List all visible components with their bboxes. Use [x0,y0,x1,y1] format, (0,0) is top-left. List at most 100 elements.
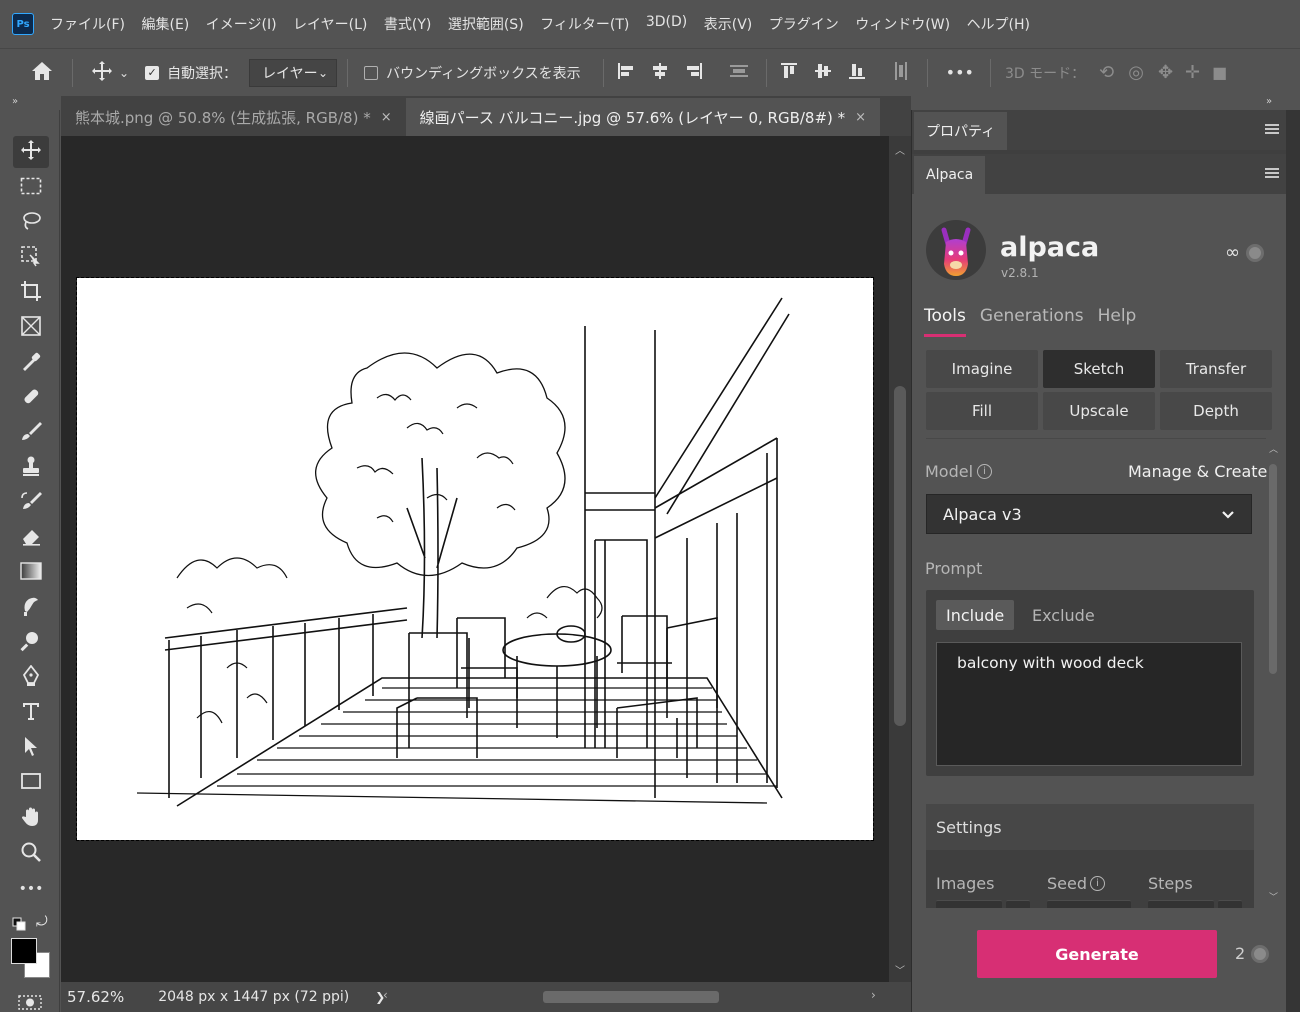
close-icon[interactable]: × [381,110,392,125]
scrollbar-thumb[interactable] [1269,464,1277,674]
menu-layer[interactable]: レイヤー(L) [293,14,367,34]
manage-create-link[interactable]: Manage & Create [1128,462,1267,481]
images-stepper[interactable] [1006,900,1030,908]
model-dropdown[interactable]: Alpaca v3 [926,494,1252,534]
tab-generations[interactable]: Generations [980,306,1084,337]
panel-menu-icon[interactable] [1265,124,1279,134]
prompt-textarea[interactable]: balcony with wood deck [936,642,1242,766]
move-tool[interactable] [13,136,49,168]
tab-include[interactable]: Include [936,600,1015,630]
menu-image[interactable]: イメージ(I) [206,14,277,34]
home-icon[interactable] [30,60,54,86]
generate-button[interactable]: Generate [977,930,1217,978]
align-horizontal-center-icon[interactable] [650,61,670,85]
marquee-tool[interactable] [13,172,49,204]
tab-tools[interactable]: Tools [924,306,966,337]
clone-stamp-tool[interactable] [13,452,49,484]
path-selection-tool[interactable] [13,732,49,764]
menu-select[interactable]: 選択範囲(S) [448,14,524,34]
scrollbar-thumb[interactable] [543,991,719,1003]
align-right-icon[interactable] [684,61,704,85]
tab-alpaca[interactable]: Alpaca [914,156,986,194]
menu-view[interactable]: 表示(V) [704,14,753,34]
scroll-up-icon[interactable]: ︿ [895,142,905,157]
transfer-button[interactable]: Transfer [1160,350,1272,388]
tab-properties[interactable]: プロパティ [914,112,1008,150]
swap-colors-icon[interactable]: ⤾ [36,914,48,930]
eraser-tool[interactable] [13,522,49,554]
canvas-area[interactable] [61,136,889,982]
menu-edit[interactable]: 編集(E) [141,14,189,34]
zoom-tool[interactable] [13,838,49,870]
3d-roll-icon[interactable]: ◎ [1128,62,1144,83]
object-selection-tool[interactable] [13,242,49,274]
scrollbar-thumb[interactable] [894,386,906,726]
default-colors-icon[interactable] [12,916,26,931]
3d-camera-icon[interactable]: ■ [1212,63,1227,82]
more-options-button[interactable]: ••• [946,63,974,82]
sketch-button[interactable]: Sketch [1043,350,1155,388]
3d-orbit-icon[interactable]: ⟲ [1099,62,1114,83]
document-tab[interactable]: 熊本城.png @ 50.8% (生成拡張, RGB/8) * × [61,98,406,136]
dodge-tool[interactable] [13,627,49,659]
imagine-button[interactable]: Imagine [926,350,1038,388]
smudge-tool[interactable] [13,592,49,624]
chevron-down-icon[interactable]: ⌄ [119,66,129,80]
history-brush-tool[interactable] [13,487,49,519]
lasso-tool[interactable] [13,207,49,239]
align-vertical-center-icon[interactable] [813,61,833,85]
expand-tools-icon[interactable]: » [12,96,18,107]
scroll-up-icon[interactable]: ︿ [1269,442,1278,455]
canvas-horizontal-scrollbar[interactable]: ‹ › [383,988,901,1003]
menu-help[interactable]: ヘルプ(H) [967,14,1030,34]
tab-help[interactable]: Help [1098,306,1137,337]
edit-toolbar-button[interactable]: ••• [13,873,49,905]
zoom-level[interactable]: 57.62% [67,988,124,1006]
eyedropper-tool[interactable] [13,347,49,379]
hand-tool[interactable] [13,803,49,835]
depth-button[interactable]: Depth [1160,392,1272,430]
3d-drag-icon[interactable]: ✥ [1158,62,1173,83]
menu-3d[interactable]: 3D(D) [646,14,687,34]
close-icon[interactable]: × [855,110,866,125]
document-tab-active[interactable]: 線画パース バルコニー.jpg @ 57.6% (レイヤー 0, RGB/8#)… [405,98,881,136]
info-icon[interactable]: i [1090,876,1105,891]
distribute-vertical-icon[interactable] [891,60,911,86]
settings-header[interactable]: Settings [926,804,1254,850]
3d-slide-icon[interactable]: ✛ [1185,62,1200,83]
rectangle-tool[interactable] [13,767,49,799]
scroll-left-icon[interactable]: ‹ [383,988,388,1002]
scroll-right-icon[interactable]: › [871,988,876,1002]
auto-select-target-dropdown[interactable]: レイヤー ⌄ [249,58,338,87]
images-input[interactable] [936,900,1002,908]
scroll-down-icon[interactable]: ﹀ [1269,890,1278,903]
quick-mask-icon[interactable] [18,994,42,1012]
distribute-icon[interactable] [728,61,750,85]
align-left-icon[interactable] [616,61,636,85]
auto-select-checkbox[interactable]: ✓ [145,65,160,80]
menu-file[interactable]: ファイル(F) [50,14,125,34]
tab-exclude[interactable]: Exclude [1022,600,1105,630]
bounding-box-checkbox[interactable] [364,65,379,80]
panel-menu-icon[interactable] [1265,168,1279,178]
healing-brush-tool[interactable] [13,382,49,414]
canvas-vertical-scrollbar[interactable]: ︿ ﹀ [889,136,911,982]
move-tool-icon[interactable] [91,60,113,86]
align-top-icon[interactable] [779,61,799,85]
info-icon[interactable]: i [977,464,992,479]
collapse-panels-icon[interactable]: » [1266,96,1272,107]
foreground-color-swatch[interactable] [11,938,37,964]
menu-window[interactable]: ウィンドウ(W) [855,14,950,34]
brush-tool[interactable] [13,417,49,449]
steps-input[interactable] [1148,900,1214,908]
steps-stepper[interactable] [1218,900,1242,908]
frame-tool[interactable] [13,312,49,344]
align-bottom-icon[interactable] [847,61,867,85]
menu-type[interactable]: 書式(Y) [384,14,431,34]
crop-tool[interactable] [13,277,49,309]
fill-button[interactable]: Fill [926,392,1038,430]
menu-plugins[interactable]: プラグイン [769,14,839,34]
panel-scrollbar[interactable]: ︿ ﹀ [1266,442,1280,912]
gradient-tool[interactable] [13,557,49,589]
scroll-down-icon[interactable]: ﹀ [895,962,905,977]
